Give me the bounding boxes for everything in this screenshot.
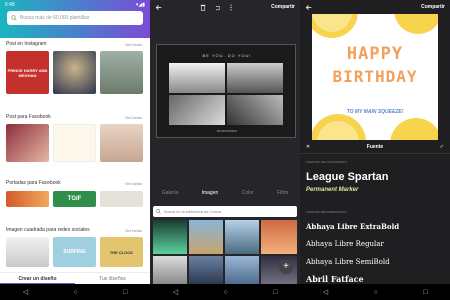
tab-gallery[interactable]: Galería: [162, 190, 178, 196]
font-option[interactable]: Abhaya Libre SemiBold: [306, 258, 390, 266]
back-arrow-icon[interactable]: [155, 4, 162, 11]
library-search-input[interactable]: Busca en la biblioteca de Canva: [153, 206, 297, 217]
tab-create-design[interactable]: Crear un diseño: [0, 273, 75, 284]
template-thumb-label: TGIF: [67, 196, 82, 202]
editor-tools: [200, 4, 234, 11]
card-title-line1: HAPPY: [346, 44, 404, 64]
template-thumb[interactable]: [100, 51, 143, 94]
library-photo[interactable]: [225, 256, 259, 284]
search-input[interactable]: Busca más de 60.000 plantillas: [7, 11, 143, 25]
see-all-link[interactable]: Ver todos: [125, 42, 142, 47]
home-header: 6:48 ▾◢▮ Busca más de 60.000 plantillas: [0, 0, 150, 38]
library-photo[interactable]: [189, 256, 223, 284]
nav-recent-icon[interactable]: □: [423, 289, 427, 296]
template-thumb[interactable]: [6, 237, 49, 267]
photo-frame[interactable]: [169, 95, 225, 125]
template-thumb[interactable]: [100, 124, 143, 162]
document-fonts-label: FUENTES DEL DOCUMENTO: [306, 160, 348, 164]
back-arrow-icon[interactable]: [305, 4, 312, 11]
photo-frame[interactable]: [169, 63, 225, 93]
font-option[interactable]: Abhaya Libre ExtraBold: [306, 222, 399, 231]
library-photo[interactable]: [261, 220, 297, 254]
canvas-title: BE YOU. DO YOU!: [202, 53, 252, 58]
card-title-line2: BIRTHDAY: [332, 67, 418, 86]
undo-icon[interactable]: [214, 4, 220, 11]
template-thumb[interactable]: SURFING: [53, 237, 96, 267]
template-thumb-label: SURFING: [63, 249, 86, 255]
home-screen: 6:48 ▾◢▮ Busca más de 60.000 plantillas …: [0, 0, 150, 300]
template-thumb[interactable]: [6, 124, 49, 162]
font-option[interactable]: League Spartan: [306, 171, 389, 183]
template-thumb[interactable]: [100, 191, 143, 207]
nav-recent-icon[interactable]: □: [273, 289, 277, 296]
font-panel-title: Fuente: [366, 144, 384, 150]
font-toolbar: Compartir: [300, 0, 450, 14]
template-thumb-label: PRINCE HARRY AND MEGHAN: [7, 67, 48, 78]
share-button[interactable]: Compartir: [421, 4, 445, 10]
search-icon: [11, 15, 17, 21]
more-icon[interactable]: [228, 4, 234, 11]
template-thumb[interactable]: [6, 191, 49, 207]
system-nav-bar: ◁ ○ □: [0, 284, 150, 300]
font-option[interactable]: Abhaya Libre Regular: [306, 240, 384, 248]
card-subtitle: TO MY MAIN SQUEEZE!: [346, 109, 404, 115]
image-editor-screen: Compartir BE YOU. DO YOU! #CLIFFSTMAX Ga…: [150, 0, 300, 300]
recommended-fonts-label: FUENTES RECOMENDADAS: [306, 210, 347, 214]
close-icon[interactable]: ✕: [306, 144, 310, 150]
check-icon[interactable]: ✓: [440, 144, 444, 150]
tab-image[interactable]: Imagen: [202, 190, 219, 196]
add-image-button[interactable]: +: [279, 260, 293, 274]
template-thumb[interactable]: TGIF: [53, 191, 96, 207]
see-all-link[interactable]: Ver todos: [125, 181, 142, 186]
see-all-link[interactable]: Ver todos: [125, 228, 142, 233]
template-thumb[interactable]: [53, 124, 96, 162]
section-title-facebook-cover: Portadas para Facebook: [6, 180, 61, 186]
nav-back-icon[interactable]: ◁: [23, 288, 28, 296]
nav-home-icon[interactable]: ○: [223, 289, 227, 296]
status-icons: ▾◢▮: [135, 2, 145, 8]
font-picker-screen: Compartir HAPPY BIRTHDAY TO MY MAIN SQUE…: [300, 0, 450, 300]
section-title-facebook-post: Post para Facebook: [6, 114, 51, 120]
see-all-link[interactable]: Ver todos: [125, 115, 142, 120]
template-thumb[interactable]: THE CLOCK: [100, 237, 143, 267]
system-nav-bar: ◁ ○ □: [150, 284, 300, 300]
status-time: 6:48: [5, 2, 15, 8]
editor-toolbar: Compartir: [150, 0, 300, 14]
section-title-instagram: Post en Instagram: [6, 41, 47, 47]
photo-frame[interactable]: [227, 63, 283, 93]
share-button[interactable]: Compartir: [271, 4, 295, 10]
birthday-card-canvas[interactable]: HAPPY BIRTHDAY TO MY MAIN SQUEEZE!: [312, 14, 438, 140]
template-thumb-label: THE CLOCK: [109, 249, 134, 255]
nav-home-icon[interactable]: ○: [373, 289, 377, 296]
template-thumb[interactable]: PRINCE HARRY AND MEGHAN: [6, 51, 49, 94]
search-icon: [156, 209, 161, 214]
library-photo[interactable]: [153, 256, 187, 284]
nav-recent-icon[interactable]: □: [123, 289, 127, 296]
design-canvas[interactable]: BE YOU. DO YOU! #CLIFFSTMAX: [156, 44, 296, 138]
nav-back-icon[interactable]: ◁: [323, 288, 328, 296]
library-search-placeholder: Busca en la biblioteca de Canva: [164, 209, 222, 214]
editor-tabs: Galería Imagen Color Filtro: [150, 190, 300, 196]
tab-filter[interactable]: Filtro: [277, 190, 288, 196]
tab-color[interactable]: Color: [242, 190, 254, 196]
library-photo[interactable]: [153, 220, 187, 254]
font-option[interactable]: Abril Fatface: [306, 274, 364, 284]
home-bottom-tabs: Crear un diseño Tus diseños: [0, 272, 150, 284]
library-photo[interactable]: [189, 220, 223, 254]
template-thumb[interactable]: [53, 51, 96, 94]
nav-back-icon[interactable]: ◁: [173, 288, 178, 296]
canvas-footer: #CLIFFSTMAX: [216, 129, 238, 133]
library-photo[interactable]: [225, 220, 259, 254]
font-panel-header: ✕ Fuente ✓: [300, 141, 450, 154]
trash-icon[interactable]: [200, 4, 206, 11]
font-option[interactable]: Permanent Marker: [306, 187, 358, 193]
section-title-square: Imagen cuadrada para redes sociales: [6, 227, 90, 233]
search-placeholder: Busca más de 60.000 plantillas: [20, 15, 90, 21]
nav-home-icon[interactable]: ○: [73, 289, 77, 296]
tab-your-designs[interactable]: Tus diseños: [75, 273, 150, 284]
system-nav-bar: ◁ ○ □: [300, 284, 450, 300]
photo-frame[interactable]: [227, 95, 283, 125]
